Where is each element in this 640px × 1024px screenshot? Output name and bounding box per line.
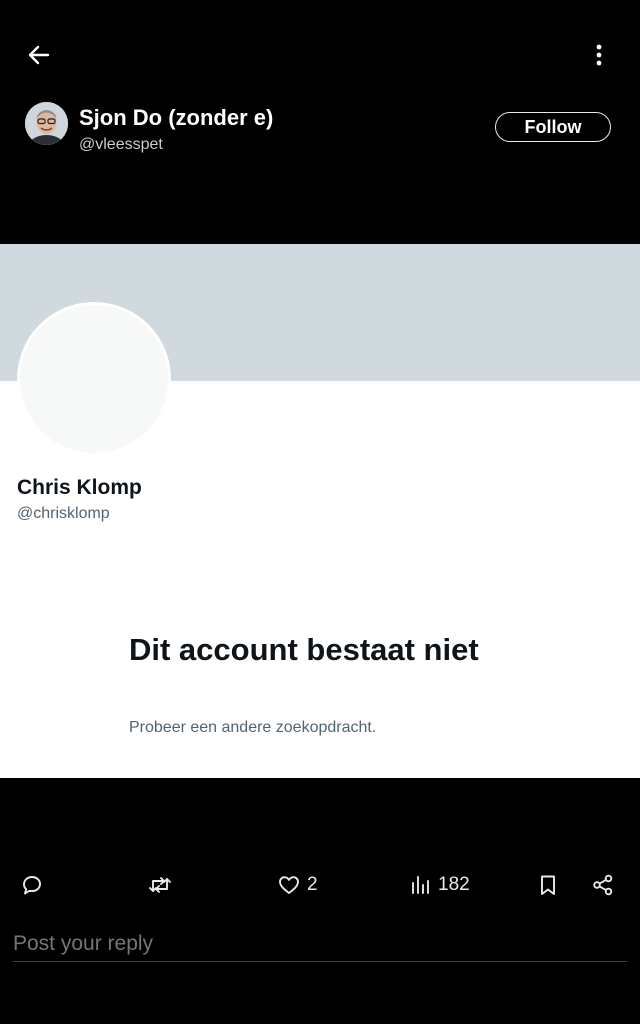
reply-icon (23, 876, 41, 895)
views-button[interactable]: 182 (410, 870, 470, 900)
embedded-screenshot[interactable]: Chris Klomp @chrisklomp Dit account best… (0, 244, 640, 778)
account-missing-subtitle: Probeer een andere zoekopdracht. (129, 719, 377, 736)
profile-avatar-placeholder (17, 302, 171, 456)
author-avatar[interactable] (25, 102, 68, 145)
bookmark-icon (541, 875, 555, 895)
share-button[interactable] (591, 870, 615, 900)
follow-button[interactable]: Follow (495, 112, 611, 142)
arrow-left-icon (28, 45, 50, 65)
heart-icon (279, 876, 299, 894)
more-vertical-icon (596, 44, 602, 66)
more-options-button[interactable] (584, 40, 614, 70)
like-button[interactable]: 2 (277, 870, 318, 900)
bookmark-button[interactable] (537, 870, 559, 900)
back-button[interactable] (22, 40, 56, 70)
profile-handle: @chrisklomp (17, 505, 110, 522)
views-count: 182 (438, 874, 470, 895)
repost-icon (149, 877, 171, 893)
account-missing-title: Dit account bestaat niet (129, 632, 479, 667)
author-handle[interactable]: @vleesspet (79, 136, 163, 154)
views-icon (412, 876, 429, 894)
like-count: 2 (307, 874, 318, 895)
author-name[interactable]: Sjon Do (zonder e) (79, 105, 273, 131)
repost-button[interactable] (147, 870, 173, 900)
author-photo (25, 102, 68, 145)
reply-button[interactable] (20, 870, 44, 900)
profile-name: Chris Klomp (17, 476, 142, 499)
reply-input[interactable] (13, 926, 627, 962)
share-icon (593, 874, 613, 896)
